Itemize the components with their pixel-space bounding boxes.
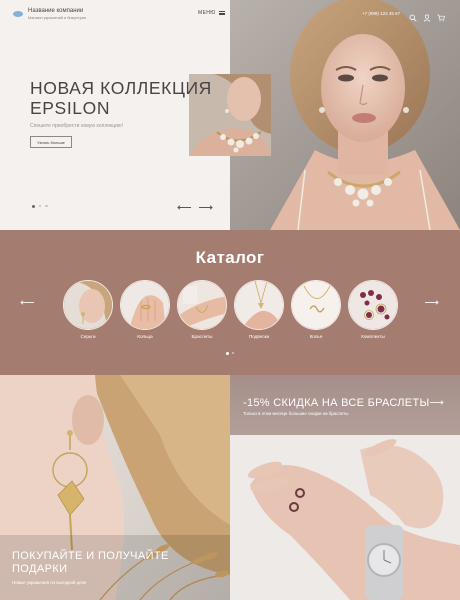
hero-slider-dots bbox=[32, 204, 48, 208]
user-icon[interactable] bbox=[423, 9, 431, 22]
company-tagline: Магазин украшений и бижутерии bbox=[28, 16, 87, 20]
catalog-item-image bbox=[120, 280, 170, 330]
promo-gifts-title-line2: ПОДАРКИ bbox=[12, 562, 68, 575]
catalog-item-rings[interactable]: Кольца bbox=[120, 280, 170, 339]
catalog-next-arrow[interactable] bbox=[425, 299, 439, 305]
catalog-item-image bbox=[177, 280, 227, 330]
catalog-prev-arrow[interactable] bbox=[20, 299, 34, 305]
promo-gifts-subtitle: Новые украшения по выгодной цене bbox=[12, 580, 87, 585]
promo-gifts-title: ПОКУПАЙТЕ И ПОЛУЧАЙТЕ ПОДАРКИ bbox=[12, 550, 169, 575]
catalog-item-necklaces[interactable]: Колье bbox=[291, 280, 341, 339]
hero-title-line2: EPSILON bbox=[30, 98, 111, 118]
catalog-item-label: Комплекты bbox=[361, 334, 385, 339]
catalog-item-bracelets[interactable]: Браслеты bbox=[177, 280, 227, 339]
hero-subtitle: Спешите приобрести новую коллекцию! bbox=[30, 123, 124, 129]
catalog-item-pendants[interactable]: Подвески bbox=[234, 280, 284, 339]
catalog-item-earrings[interactable]: Серьги bbox=[63, 280, 113, 339]
slider-dot[interactable] bbox=[32, 204, 35, 208]
search-icon[interactable] bbox=[409, 9, 417, 22]
hero-section: Название компании Магазин украшений и би… bbox=[0, 0, 460, 230]
promo-discount-subtitle: Только в этом месяце большие скидки на б… bbox=[243, 411, 349, 416]
hero-title: НОВАЯ КОЛЛЕКЦИЯ EPSILON bbox=[30, 78, 212, 118]
hero-next-arrow[interactable] bbox=[199, 204, 213, 210]
hero-prev-arrow[interactable] bbox=[177, 204, 191, 210]
pagination-dot[interactable] bbox=[226, 351, 229, 355]
cart-icon[interactable] bbox=[437, 9, 445, 22]
catalog-item-image bbox=[234, 280, 284, 330]
catalog-title: Каталог bbox=[195, 248, 265, 267]
slider-dot[interactable] bbox=[45, 205, 48, 208]
wave-logo-icon[interactable] bbox=[13, 11, 23, 17]
promo-discount-title: -15% СКИДКА НА ВСЕ БРАСЛЕТЫ bbox=[243, 397, 430, 409]
catalog-pagination-dots bbox=[226, 351, 235, 355]
menu-button[interactable]: МЕНЮ bbox=[198, 10, 225, 16]
catalog-item-image bbox=[348, 280, 398, 330]
pagination-dot[interactable] bbox=[232, 352, 235, 355]
menu-label: МЕНЮ bbox=[198, 10, 216, 16]
header-phone[interactable]: +7 (999) 123 45 67 bbox=[362, 11, 400, 16]
hero-title-line1: НОВАЯ КОЛЛЕКЦИЯ bbox=[30, 78, 212, 98]
hamburger-icon bbox=[218, 11, 225, 16]
catalog-item-image bbox=[291, 280, 341, 330]
promo-gifts-title-line1: ПОКУПАЙТЕ И ПОЛУЧАЙТЕ bbox=[12, 550, 169, 562]
learn-more-button[interactable]: Узнать больше bbox=[30, 136, 72, 148]
slider-dot[interactable] bbox=[39, 205, 42, 208]
catalog-item-sets[interactable]: Комплекты bbox=[348, 280, 398, 339]
company-name[interactable]: Название компании bbox=[28, 8, 83, 14]
catalog-item-image bbox=[63, 280, 113, 330]
promo-discount-arrow[interactable] bbox=[430, 399, 444, 405]
